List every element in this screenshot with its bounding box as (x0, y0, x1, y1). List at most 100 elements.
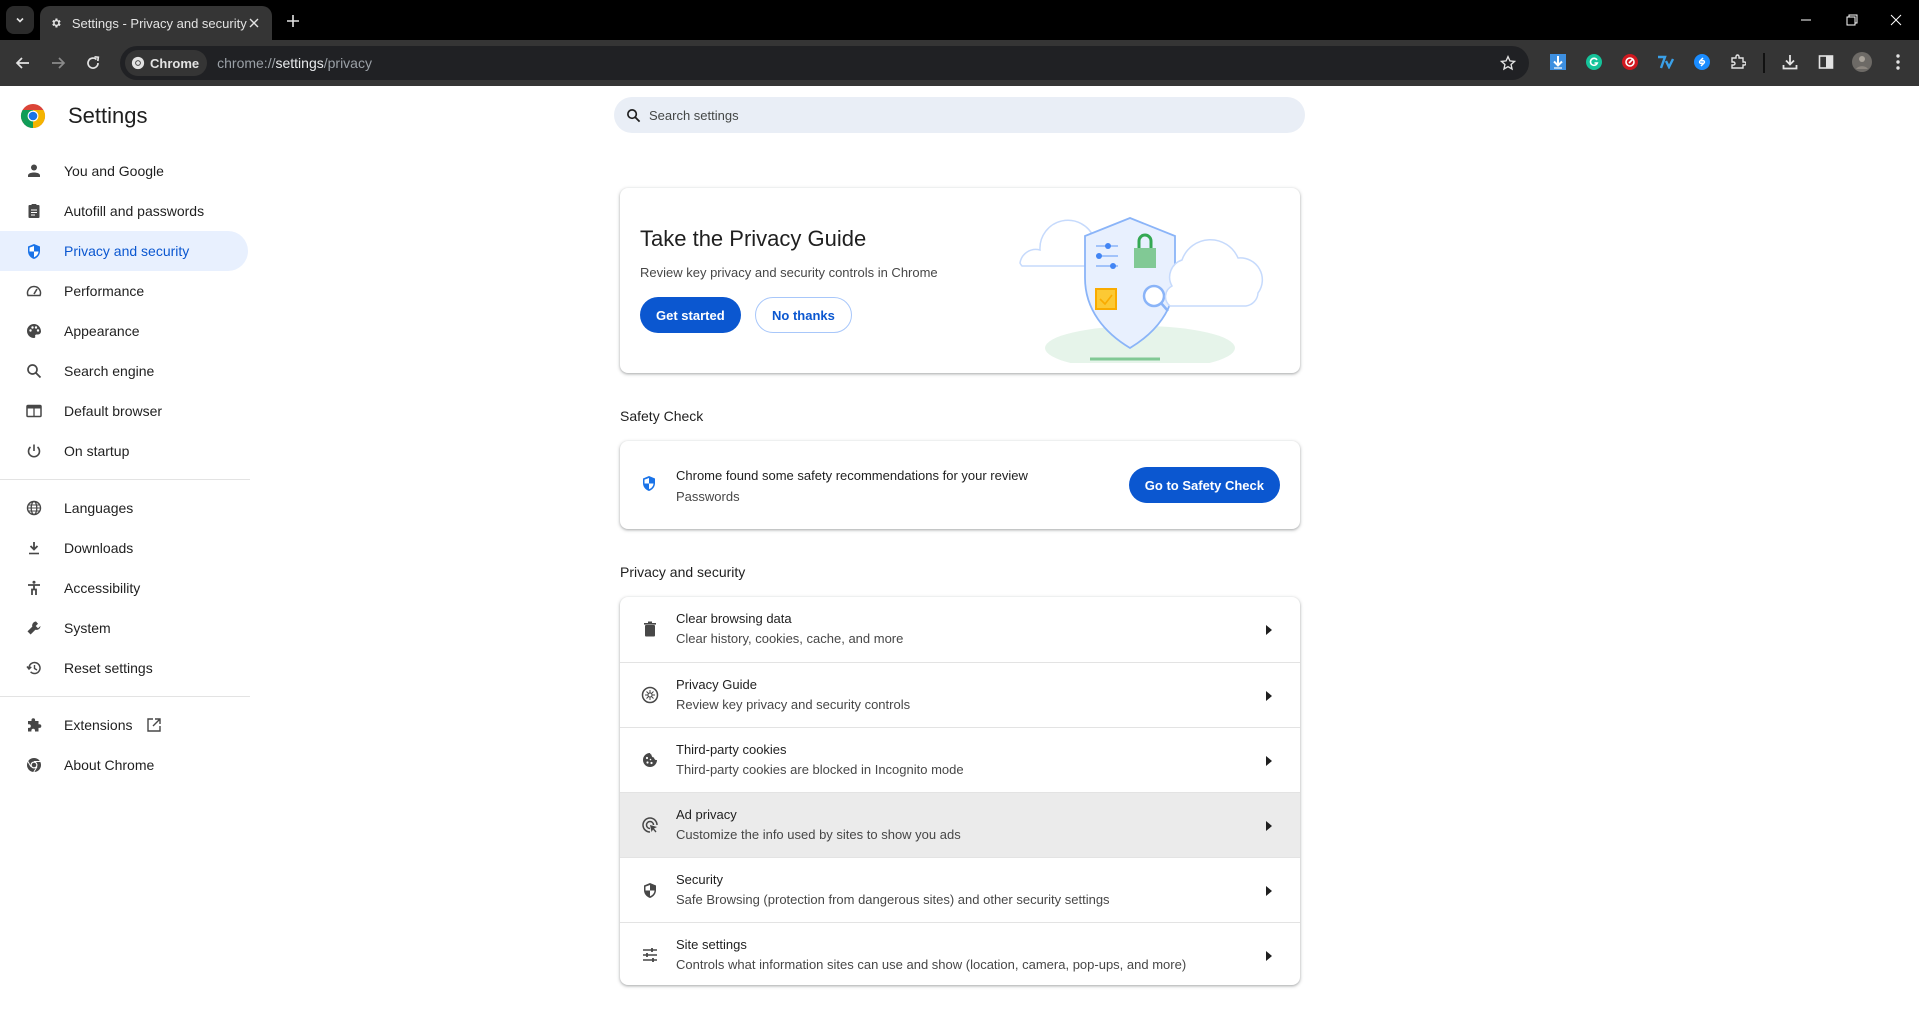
tab-search-button[interactable] (6, 6, 34, 34)
checkbox (1095, 288, 1117, 310)
search-settings-field[interactable] (614, 97, 1305, 133)
url-scheme: chrome:// (217, 55, 276, 71)
privacy-guide-illustration (1019, 217, 1264, 363)
site-chip-label: Chrome (150, 55, 200, 71)
sidebar-item-default-browser[interactable]: Default browser (0, 391, 248, 431)
cookie-icon (640, 750, 660, 770)
red-extension-button[interactable] (1618, 50, 1642, 74)
row-title: Third-party cookies (676, 742, 787, 757)
arrow-left-icon (15, 57, 29, 69)
close-window-button[interactable] (1876, 6, 1916, 34)
sidebar-item-about-chrome[interactable]: About Chrome (0, 745, 248, 785)
url-text[interactable]: chrome://settings/privacy (217, 55, 372, 71)
row-subtitle: Safe Browsing (protection from dangerous… (676, 892, 1110, 907)
download-icon (24, 538, 44, 558)
close-tab-button[interactable] (247, 14, 262, 32)
sidebar-item-accessibility[interactable]: Accessibility (0, 568, 248, 608)
profile-button[interactable] (1850, 50, 1874, 74)
privacy-guide-title: Take the Privacy Guide (640, 226, 867, 251)
new-tab-button[interactable] (282, 10, 304, 32)
row-subtitle: Third-party cookies are blocked in Incog… (676, 762, 964, 777)
no-thanks-button[interactable]: No thanks (755, 297, 852, 333)
minimize-button[interactable] (1786, 6, 1826, 34)
site-info-chip[interactable]: Chrome (125, 50, 208, 76)
shazam-extension-button[interactable] (1690, 50, 1714, 74)
close-icon (249, 18, 259, 28)
grammarly-icon (1586, 54, 1602, 70)
chrome-menu-button[interactable] (1886, 50, 1910, 74)
sidebar-item-label: Privacy and security (64, 243, 190, 259)
row-title: Privacy Guide (676, 677, 757, 692)
speedometer-icon (24, 281, 44, 301)
reload-button[interactable] (78, 48, 108, 78)
restore-icon (24, 658, 44, 678)
bookmark-button[interactable] (1497, 52, 1519, 74)
power-icon (24, 441, 44, 461)
privacy-guide-description: Review key privacy and security controls… (640, 265, 938, 280)
sidebar-item-label: Search engine (64, 363, 155, 379)
sidebar-item-system[interactable]: System (0, 608, 248, 648)
row-title: Clear browsing data (676, 611, 792, 626)
sidebar-item-label: You and Google (64, 163, 164, 179)
arrow-right-icon (1264, 950, 1274, 962)
row-ad-privacy[interactable]: Ad privacy Customize the info used by sit… (620, 792, 1300, 857)
tab-settings[interactable]: Settings - Privacy and security (40, 6, 272, 40)
privacy-and-security-heading: Privacy and security (620, 564, 746, 580)
sidebar-item-search-engine[interactable]: Search engine (0, 351, 248, 391)
row-site-settings[interactable]: Site settings Controls what information s… (620, 922, 1300, 985)
toolbar-divider (1763, 53, 1765, 73)
row-title: Site settings (676, 937, 747, 952)
sidebar-item-downloads[interactable]: Downloads (0, 528, 248, 568)
get-started-button[interactable]: Get started (640, 297, 741, 333)
7-extension-button[interactable] (1654, 50, 1678, 74)
page-title: Settings (68, 103, 148, 128)
grammarly-extension-button[interactable] (1582, 50, 1606, 74)
minimize-icon (1801, 19, 1811, 21)
sidebar-item-languages[interactable]: Languages (0, 488, 248, 528)
address-bar[interactable]: Chrome chrome://settings/privacy (120, 46, 1529, 80)
sidebar-item-autofill[interactable]: Autofill and passwords (0, 191, 248, 231)
sidebar-item-on-startup[interactable]: On startup (0, 431, 248, 471)
row-third-party-cookies[interactable]: Third-party cookies Third-party cookies a… (620, 727, 1300, 792)
extensions-menu-button[interactable] (1726, 50, 1750, 74)
row-subtitle: Clear history, cookies, cache, and more (676, 631, 904, 646)
plus-icon (287, 15, 299, 27)
browser-icon (24, 401, 44, 421)
search-settings-input[interactable] (649, 107, 1249, 123)
compass-icon (640, 685, 660, 705)
row-clear-browsing-data[interactable]: Clear browsing data Clear history, cookie… (620, 597, 1300, 662)
sidebar-item-reset-settings[interactable]: Reset settings (0, 648, 248, 688)
clipboard-icon (24, 201, 44, 221)
sidebar-item-appearance[interactable]: Appearance (0, 311, 248, 351)
ad-privacy-icon (640, 815, 660, 835)
puzzle-icon (1731, 54, 1746, 69)
person-icon (24, 161, 44, 181)
arrow-right-icon (1264, 885, 1274, 897)
chrome-logo-icon (131, 56, 145, 70)
sidebar-item-performance[interactable]: Performance (0, 271, 248, 311)
safety-check-card: Chrome found some safety recommendations… (620, 441, 1300, 529)
go-to-safety-check-button[interactable]: Go to Safety Check (1128, 467, 1280, 503)
sidebar-item-extensions[interactable]: Extensions (0, 705, 248, 745)
downloader-extension-button[interactable] (1546, 50, 1570, 74)
wrench-icon (24, 618, 44, 638)
row-title: Security (676, 872, 723, 887)
row-privacy-guide[interactable]: Privacy Guide Review key privacy and secu… (620, 662, 1300, 727)
row-security[interactable]: Security Safe Browsing (protection from d… (620, 857, 1300, 922)
side-panel-button[interactable] (1814, 50, 1838, 74)
arrow-right-icon (1264, 755, 1274, 767)
safety-check-title: Chrome found some safety recommendations… (676, 468, 1028, 483)
restore-button[interactable] (1832, 6, 1872, 34)
sidebar-item-label: Performance (64, 283, 145, 299)
globe-icon (24, 498, 44, 518)
sidebar-divider (0, 479, 250, 480)
row-subtitle: Customize the info used by sites to show… (676, 827, 961, 842)
side-panel-icon (1818, 55, 1834, 69)
back-button[interactable] (8, 48, 38, 78)
sidebar-item-you-and-google[interactable]: You and Google (0, 151, 248, 191)
sidebar-item-label: Extensions (64, 717, 133, 733)
downloads-button[interactable] (1778, 50, 1802, 74)
sidebar-item-privacy-and-security[interactable]: Privacy and security (0, 231, 248, 271)
shield-icon (24, 241, 44, 261)
forward-button[interactable] (43, 48, 73, 78)
